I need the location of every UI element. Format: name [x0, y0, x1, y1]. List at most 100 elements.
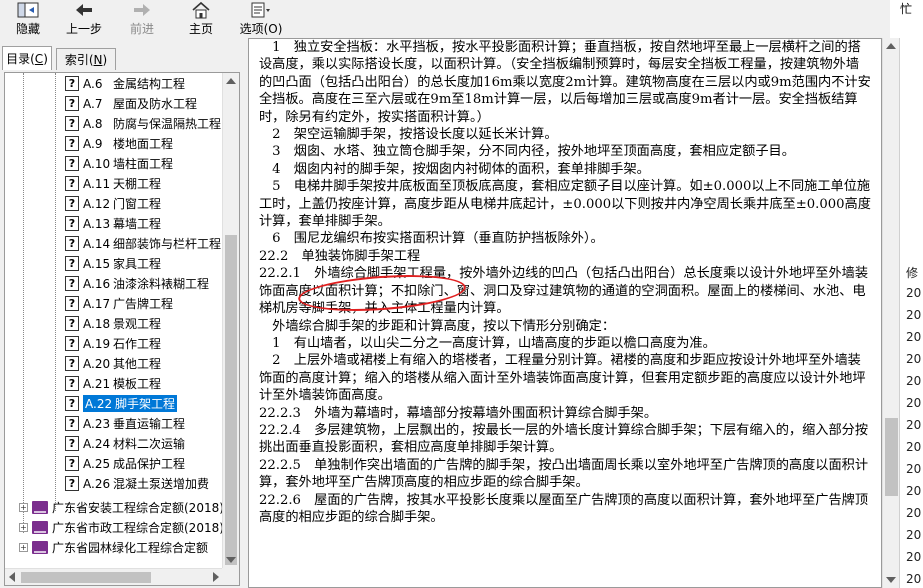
home-button[interactable]: 主页: [186, 1, 216, 37]
tree-horizontal-scrollbar[interactable]: [5, 568, 223, 585]
doc-paragraph: 1 独立安全挡板：水平挡板，按水平投影面积计算；垂直挡板，按自然地坪至最上一层横…: [259, 40, 871, 125]
tree-item-code: A.20: [83, 356, 111, 371]
tree-item[interactable]: ? A.12 门窗工程: [65, 193, 161, 213]
toolbar: 隐藏 上一步 前进 主页 选项(O): [0, 0, 890, 38]
help-topic-icon: ?: [65, 295, 79, 311]
tree-item-text: A.10 墙柱面工程: [83, 155, 173, 172]
doc-paragraph: 22.2.4 多层建筑物，上层飘出的，按最长一层的外墙长度计算综合脚手架；下层有…: [259, 422, 869, 456]
tree-item[interactable]: ? A.18 景观工程: [65, 313, 161, 333]
tree-item-text: A.20 其他工程: [83, 355, 161, 372]
tree-item[interactable]: ? A.7 屋面及防水工程: [65, 93, 197, 113]
tree-book[interactable]: + 广东省安装工程综合定额(2018): [19, 497, 224, 517]
help-topic-icon: ?: [65, 135, 79, 151]
tree-item-text: A.19 石作工程: [83, 335, 161, 352]
tree-item-label: 门窗工程: [113, 196, 162, 211]
tree-item-code: A.8: [83, 116, 103, 131]
arrow-left-icon: [74, 1, 94, 19]
tree-book-label: 广东省园林绿化工程综合定额: [52, 540, 209, 555]
tree-item[interactable]: ? A.26 混凝土泵送增加费: [65, 473, 209, 493]
expand-icon[interactable]: +: [19, 522, 28, 532]
help-topic-icon: ?: [65, 75, 79, 91]
tree-item-code: A.13: [83, 216, 111, 231]
forward-button[interactable]: 前进: [124, 1, 160, 37]
tree-item-text: A.25 成品保护工程: [83, 455, 185, 472]
tree-item-code: A.23: [83, 416, 111, 431]
scroll-down-icon[interactable]: [886, 577, 896, 583]
tree-item-label: 混凝土泵送增加费: [113, 476, 210, 491]
tree-item-code: A.24: [83, 436, 111, 451]
tree-item-text: A.15 家具工程: [83, 255, 161, 272]
scroll-up-icon[interactable]: [226, 78, 236, 84]
book-icon: [32, 540, 48, 554]
tree-item[interactable]: ? A.8 防腐与保温隔热工程: [65, 113, 221, 133]
tree-item-text: A.13 幕墙工程: [83, 215, 161, 232]
tab-index[interactable]: 索引(N): [56, 48, 116, 70]
doc-paragraph: 22.2.6 屋面的广告牌，按其水平投影长度乘以屋面至广告牌顶的高度以面积计算，…: [259, 492, 869, 525]
tree-item[interactable]: ? A.16 油漆涂料裱糊工程: [65, 273, 209, 293]
scroll-up-icon[interactable]: [886, 43, 896, 49]
document-vertical-scrollbar[interactable]: [882, 38, 899, 588]
tree-item[interactable]: ? A.17 广告牌工程: [65, 293, 173, 313]
options-button[interactable]: 选项(O): [238, 1, 284, 37]
tree-item-label: 脚手架工程: [115, 396, 176, 411]
right-edge-text: 忙: [900, 2, 913, 16]
tree-item-label: 家具工程: [113, 256, 162, 271]
tree-guide-line: [23, 73, 24, 533]
doc-paragraph: 22.2.5 单独制作突出墙面的广告牌的脚手架，按凸出墙面周长乘以室外地坪至广告…: [259, 457, 869, 491]
scroll-down-icon[interactable]: [226, 557, 236, 563]
doc-paragraph: 1 有山墙者，以山尖二分之一高度计算，山墙高度的步距以檐口高度为准。: [259, 335, 716, 351]
tree-item-code: A.19: [83, 336, 111, 351]
doc-paragraph: 外墙综合脚手架的步距和计算高度，按以下情形分别确定：: [259, 318, 616, 334]
doc-paragraph: 2 上层外墙或裙楼上有缩入的塔楼者，工程量分别计算。裙楼的高度和步距应按设计外地…: [259, 353, 866, 404]
tree-item-label: 广告牌工程: [113, 296, 174, 311]
tree-item[interactable]: ? A.21 模板工程: [65, 373, 161, 393]
tree-item-label: 石作工程: [113, 336, 162, 351]
scroll-right-icon[interactable]: [213, 572, 219, 582]
hide-button[interactable]: 隐藏: [8, 1, 48, 37]
tree-item-label: 景观工程: [113, 316, 162, 331]
options-label: 选项(O): [239, 22, 283, 36]
tree-vertical-scrollbar[interactable]: [222, 73, 239, 568]
tree-item[interactable]: ? A.13 幕墙工程: [65, 213, 161, 233]
scroll-left-icon[interactable]: [9, 572, 15, 582]
tree-item[interactable]: ? A.24 材料二次运输: [65, 433, 185, 453]
tree-horizontal-scroll-thumb[interactable]: [21, 572, 151, 583]
tree-item[interactable]: ? A.15 家具工程: [65, 253, 161, 273]
tree-item[interactable]: ? A.14 细部装饰与栏杆工程: [65, 233, 221, 253]
tree-item-code: A.15: [83, 256, 111, 271]
tree-item[interactable]: ? A.10 墙柱面工程: [65, 153, 173, 173]
doc-paragraph: 22.2.3 外墙为幕墙时，幕墙部分按幕墙外围面积计算综合脚手架。: [259, 405, 658, 421]
expand-icon[interactable]: +: [19, 542, 28, 552]
tree-item[interactable]: ? A.25 成品保护工程: [65, 453, 185, 473]
tree-item[interactable]: ? A.23 垂直运输工程: [65, 413, 185, 433]
back-button[interactable]: 上一步: [62, 1, 106, 37]
tree-item[interactable]: ? A.9 楼地面工程: [65, 133, 173, 153]
tree-book-label: 广东省安装工程综合定额(2018): [52, 500, 224, 515]
strip-text: 20: [906, 286, 922, 300]
tree-item-code: A.17: [83, 296, 111, 311]
tree-vertical-scroll-thumb[interactable]: [225, 235, 237, 565]
strip-text: 20: [906, 572, 922, 586]
tree-item[interactable]: ? A.6 金属结构工程: [65, 73, 185, 93]
help-topic-icon: ?: [65, 315, 79, 331]
tree-item-text: A.14 细部装饰与栏杆工程: [83, 235, 221, 252]
tab-contents-label: 目录(C): [6, 52, 48, 66]
strip-text: 20: [906, 462, 922, 476]
tab-index-label: 索引(N): [64, 53, 108, 67]
help-topic-icon: ?: [65, 115, 79, 131]
tree-book[interactable]: + 广东省园林绿化工程综合定额: [19, 537, 208, 557]
strip-text: 20: [906, 396, 922, 410]
tree-item[interactable]: ? A.20 其他工程: [65, 353, 161, 373]
tree-item[interactable]: ? A.22 脚手架工程: [65, 393, 178, 413]
tree-item-code: A.21: [83, 376, 111, 391]
tree-book[interactable]: + 广东省市政工程综合定额(2018): [19, 517, 224, 537]
tree-item-text: A.6 金属结构工程: [83, 75, 185, 92]
document-scroll-thumb[interactable]: [885, 418, 898, 496]
tree-item-label: 其他工程: [113, 356, 162, 371]
expand-icon[interactable]: +: [19, 502, 28, 512]
tree-item-code: A.18: [83, 316, 111, 331]
tree-item[interactable]: ? A.11 天棚工程: [65, 173, 161, 193]
tree-item[interactable]: ? A.19 石作工程: [65, 333, 161, 353]
strip-text: 20: [906, 374, 922, 388]
tab-contents[interactable]: 目录(C): [2, 46, 52, 70]
